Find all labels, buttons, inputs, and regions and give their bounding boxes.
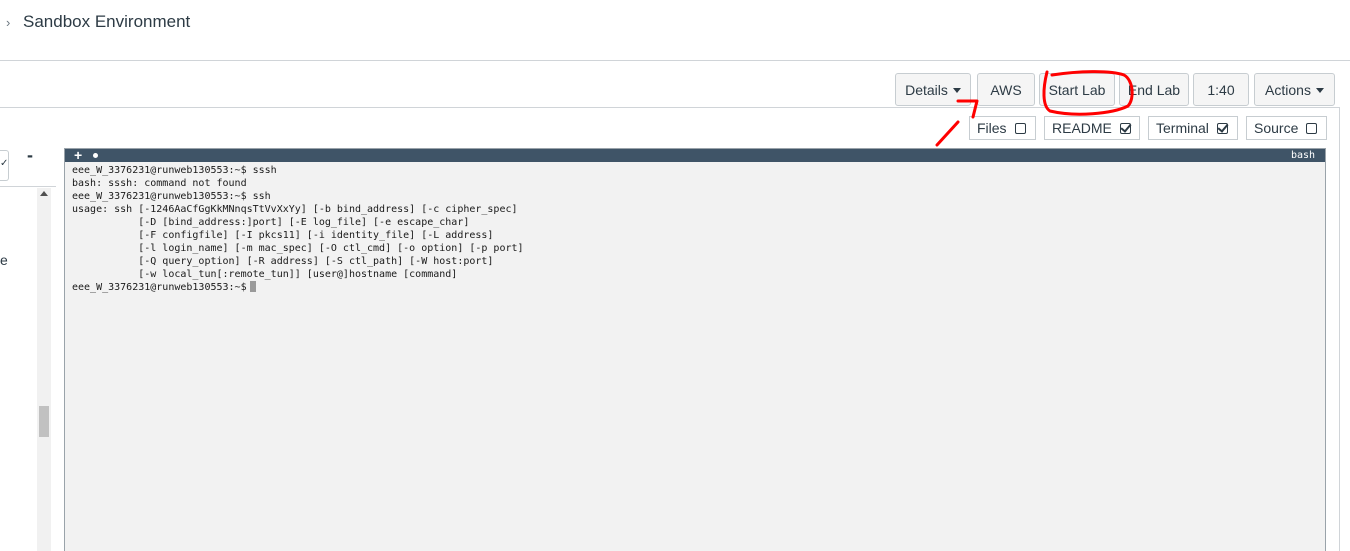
aws-label: AWS xyxy=(990,81,1022,98)
chevron-down-icon: ✓ xyxy=(0,158,9,169)
panel-right-border xyxy=(1339,107,1340,551)
actions-button[interactable]: Actions xyxy=(1254,73,1335,106)
toggle-files-label: Files xyxy=(977,120,1007,136)
toggle-readme-label: README xyxy=(1052,120,1112,136)
page-title: Sandbox Environment xyxy=(23,12,191,31)
toggle-terminal[interactable]: Terminal xyxy=(1148,116,1238,140)
left-panel-text-fragment: e xyxy=(0,252,8,268)
terminal-line: [-Q query_option] [-R address] [-S ctl_p… xyxy=(72,256,494,267)
terminal-line: usage: ssh [-1246AaCfGgKkMNnqsTtVvXxYy] … xyxy=(72,204,518,215)
header-divider xyxy=(0,60,1350,61)
checkbox-checked-icon[interactable] xyxy=(1216,122,1228,134)
panel-divider xyxy=(0,107,1340,108)
checkbox-unchecked-icon[interactable] xyxy=(1014,122,1026,134)
terminal-line: [-w local_tun[:remote_tun]] [user@]hostn… xyxy=(72,269,458,280)
details-button[interactable]: Details xyxy=(895,73,971,106)
terminal-prompt: eee_W_3376231@runweb130553:~$ xyxy=(72,282,247,293)
scroll-up-arrow-icon[interactable] xyxy=(40,191,48,196)
terminal-tab-dot-icon[interactable] xyxy=(93,153,98,158)
toggle-files[interactable]: Files xyxy=(969,116,1036,140)
left-scrollbar[interactable] xyxy=(37,188,51,551)
terminal-line: eee_W_3376231@runweb130553:~$ sssh xyxy=(72,165,277,176)
end-lab-label: End Lab xyxy=(1127,81,1181,98)
terminal-line: bash: sssh: command not found xyxy=(72,178,247,189)
timer-label: 1:40 xyxy=(1207,81,1235,98)
terminal-cursor xyxy=(249,281,256,292)
terminal-line: [-D [bind_address:]port] [-E log_file] [… xyxy=(72,217,470,228)
terminal-line: eee_W_3376231@runweb130553:~$ ssh xyxy=(72,191,271,202)
terminal-output: eee_W_3376231@runweb130553:~$ sssh bash: … xyxy=(72,164,524,281)
toggle-source-label: Source xyxy=(1254,120,1299,136)
terminal-line: [-F configfile] [-I pkcs11] [-i identity… xyxy=(72,230,494,241)
left-panel-divider xyxy=(0,186,56,187)
end-lab-button[interactable]: End Lab xyxy=(1119,73,1189,106)
timer-button[interactable]: 1:40 xyxy=(1193,73,1249,106)
chevron-right-icon: › xyxy=(6,15,11,30)
start-lab-label: Start Lab xyxy=(1048,81,1106,98)
caret-down-icon xyxy=(952,87,961,93)
annotation-arrow-tail xyxy=(935,120,960,147)
terminal-shell-label: bash xyxy=(1291,150,1316,161)
add-terminal-tab-button[interactable]: + xyxy=(74,147,82,163)
checkbox-unchecked-icon[interactable] xyxy=(1306,122,1318,134)
checkbox-checked-icon[interactable] xyxy=(1119,122,1131,134)
terminal-prompt-line[interactable]: eee_W_3376231@runweb130553:~$ xyxy=(72,281,256,294)
toggle-terminal-label: Terminal xyxy=(1156,120,1209,136)
toggle-readme[interactable]: README xyxy=(1044,116,1140,140)
start-lab-button[interactable]: Start Lab xyxy=(1039,73,1115,106)
actions-label: Actions xyxy=(1265,81,1311,98)
collapse-minus-button[interactable]: - xyxy=(27,145,33,166)
caret-down-icon xyxy=(1315,87,1324,93)
scrollbar-thumb[interactable] xyxy=(39,406,49,437)
details-label: Details xyxy=(905,81,948,98)
terminal-tab-bar xyxy=(65,149,1325,162)
aws-button[interactable]: AWS xyxy=(977,73,1035,106)
toggle-source[interactable]: Source xyxy=(1246,116,1327,140)
terminal-line: [-l login_name] [-m mac_spec] [-O ctl_cm… xyxy=(72,243,524,254)
